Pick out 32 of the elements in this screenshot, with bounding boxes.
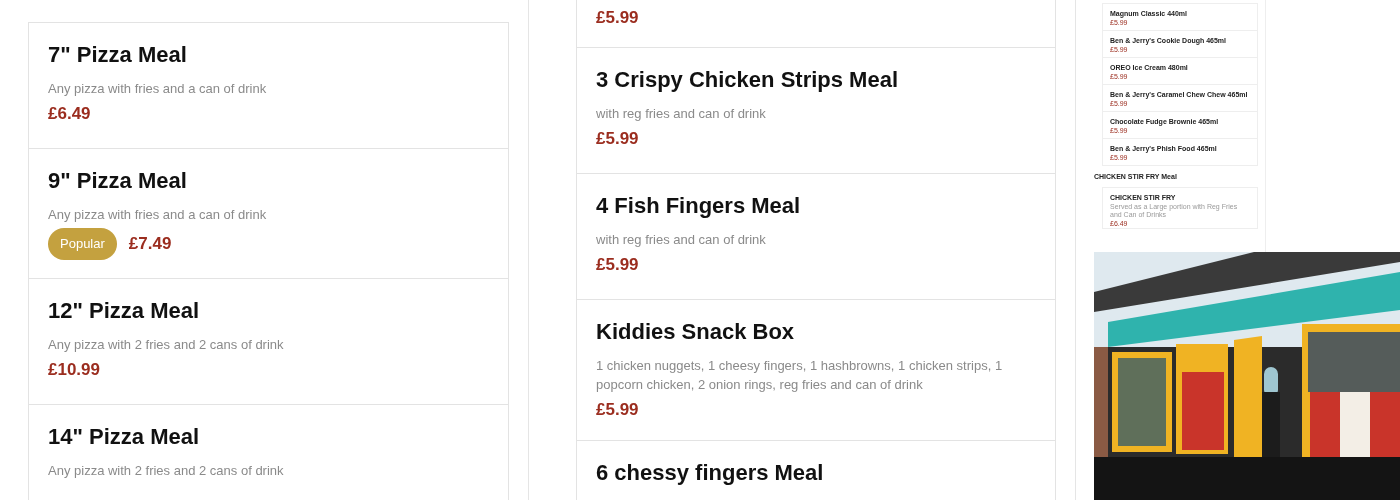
item-title: 14" Pizza Meal <box>48 422 201 451</box>
item-title: 9" Pizza Meal <box>48 167 188 195</box>
item-price: £10.99 <box>48 358 100 381</box>
item-title: 12" Pizza Meal <box>48 296 201 325</box>
item-description: with reg fries and can of drink <box>596 231 767 249</box>
menu-item-card[interactable]: Kiddies Snack Box 1 chicken nuggets, 1 cheesy fingers, 1 hashbrowns, 1 chicken strips, 1 popcorn chicken, 2 onion rings, reg fries and can of drink £5.99 <box>576 299 1056 441</box>
item-description: Any pizza with fries and a can of drink <box>48 80 268 98</box>
menu-item-card[interactable]: £5.99 <box>576 0 1056 48</box>
item-title: Kiddies Snack Box <box>596 318 796 346</box>
item-price: £6.49 <box>48 103 91 125</box>
item-title: 4 Fish Fingers Meal <box>596 192 802 220</box>
item-price: £5.99 <box>596 7 639 29</box>
item-description: with reg fries and can of drink <box>596 105 767 123</box>
menu-item-card[interactable]: 3 Crispy Chicken Strips Meal with reg fries and can of drink £5.99 <box>576 47 1056 174</box>
menu-item-card[interactable]: 4 Fish Fingers Meal with reg fries and can of drink £5.99 <box>576 173 1056 300</box>
menu-item-card[interactable]: 14" Pizza Meal Any pizza with 2 fries and 2 cans of drink <box>28 403 509 500</box>
item-price: £5.99 <box>596 128 639 150</box>
item-description: Any pizza with 2 fries and 2 cans of drink <box>48 461 285 480</box>
item-price: £5.99 <box>596 399 639 421</box>
menu-item-card[interactable]: 6 chessy fingers Meal <box>576 440 1056 500</box>
menu-item-card[interactable]: 9" Pizza Meal Any pizza with fries and a can of drink Popular £7.49 <box>28 148 509 279</box>
item-description: Any pizza with fries and a can of drink <box>48 206 268 224</box>
popular-badge: Popular <box>48 228 117 260</box>
item-price: £5.99 <box>596 254 639 276</box>
item-description: Any pizza with 2 fries and 2 cans of drink <box>48 335 285 354</box>
item-description: 1 chicken nuggets, 1 cheesy fingers, 1 hashbrowns, 1 chicken strips, 1 popcorn chicken, 2 onion rings, reg fries and can of drink <box>596 357 1004 394</box>
item-price: £7.49 <box>128 232 172 255</box>
item-title: 7" Pizza Meal <box>48 41 188 69</box>
menu-item-card[interactable]: 12" Pizza Meal Any pizza with 2 fries and 2 cans of drink £10.99 <box>28 277 509 405</box>
item-title: 6 chessy fingers Meal <box>596 459 825 487</box>
menu-item-card[interactable]: 7" Pizza Meal Any pizza with fries and a can of drink £6.49 <box>28 22 509 149</box>
item-title: 3 Crispy Chicken Strips Meal <box>596 66 899 94</box>
